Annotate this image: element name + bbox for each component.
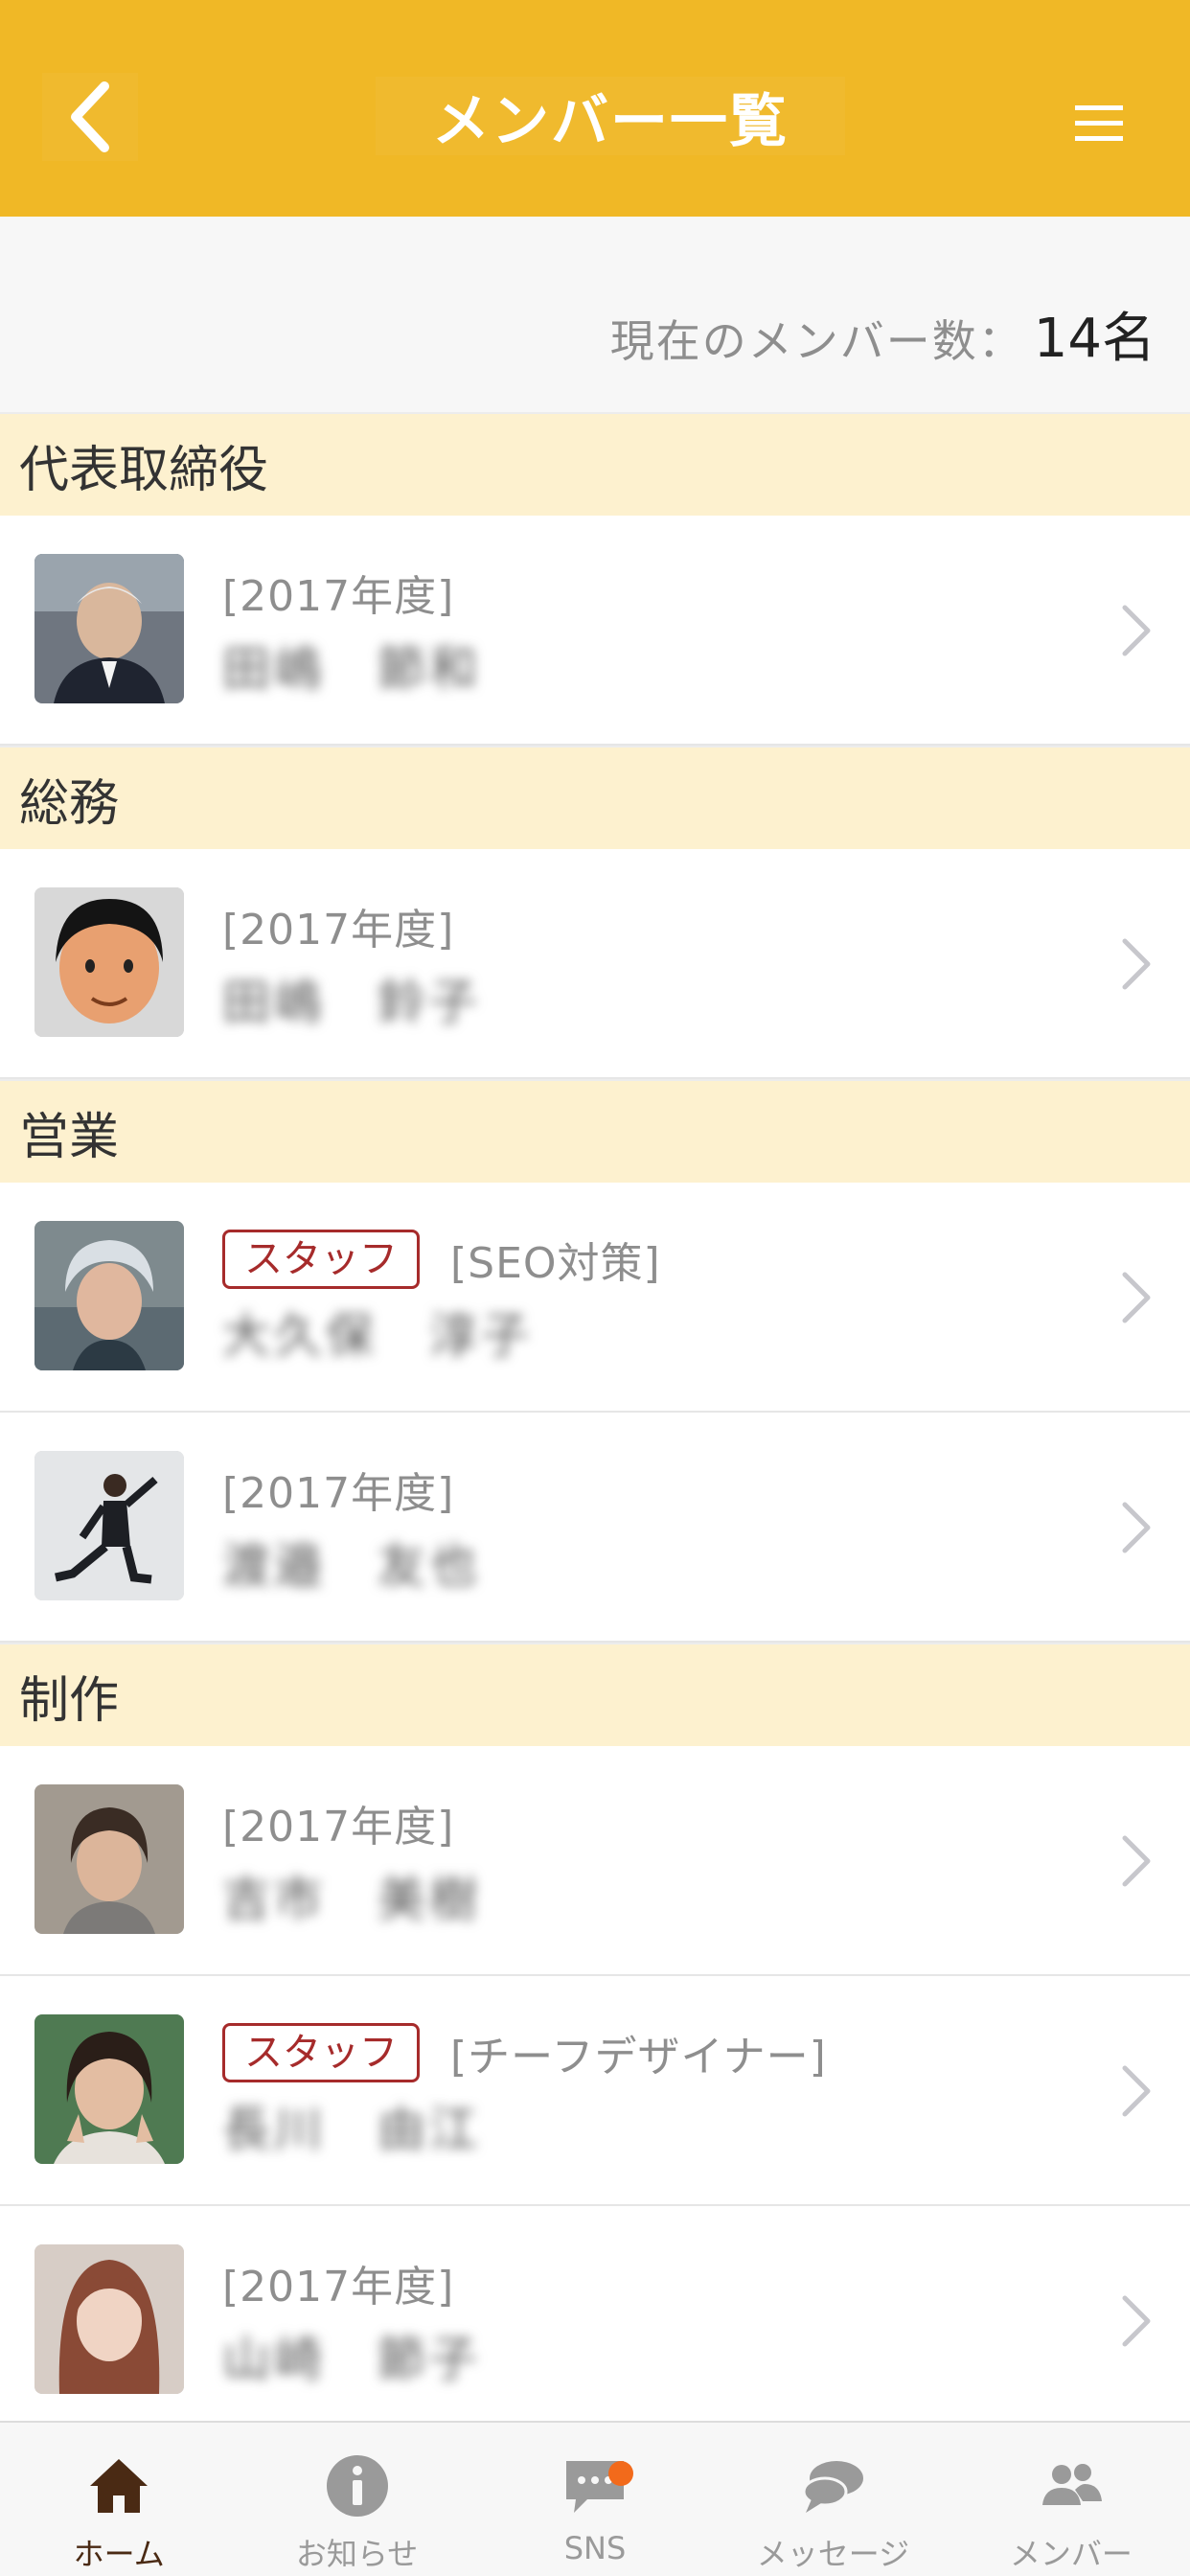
avatar-illustration bbox=[34, 887, 184, 1037]
member-list: 代表取締役 [2017年度] 田嶋 節和 総務 [2017年度] 田嶋 鈴子 営… bbox=[0, 412, 1190, 2436]
speech-bubbles-icon bbox=[802, 2461, 864, 2513]
member-name: 長川 由江 bbox=[222, 2102, 481, 2157]
tab-label: メンバー bbox=[1009, 2536, 1133, 2572]
menu-button[interactable] bbox=[1062, 94, 1136, 151]
chevron-right-icon bbox=[1117, 1499, 1156, 1556]
member-row[interactable]: [2017年度] 吉市 美樹 bbox=[0, 1746, 1190, 1976]
avatar bbox=[34, 887, 184, 1037]
member-meta-line: [2017年度] bbox=[222, 895, 1056, 956]
member-name-line: 渡邉 友也 bbox=[222, 1531, 1056, 1594]
chevron-left-icon bbox=[71, 81, 109, 152]
member-info: [2017年度] 山崎 節子 bbox=[222, 2252, 1056, 2387]
member-name-line: 山崎 節子 bbox=[222, 2325, 1056, 2387]
member-name-line: 田嶋 節和 bbox=[222, 634, 1056, 697]
member-name-line: 大久保 淳子 bbox=[222, 1301, 1056, 1364]
chevron-right-icon bbox=[1117, 1269, 1156, 1326]
tab-message[interactable]: メッセージ bbox=[714, 2423, 951, 2576]
section-header: 制作 bbox=[0, 1643, 1190, 1746]
member-meta: [2017年度] bbox=[222, 572, 455, 621]
avatar bbox=[34, 1784, 184, 1934]
member-meta: [SEO対策] bbox=[450, 1239, 661, 1288]
member-meta-line: [2017年度] bbox=[222, 562, 1056, 623]
avatar-photo bbox=[34, 2244, 184, 2394]
staff-badge: スタッフ bbox=[222, 1230, 420, 1289]
member-meta: [2017年度] bbox=[222, 906, 455, 954]
avatar bbox=[34, 1221, 184, 1370]
member-meta-line: [2017年度] bbox=[222, 1792, 1056, 1853]
tab-bar: ホーム お知らせ SNS メッセージ メンバー bbox=[0, 2421, 1190, 2576]
member-row[interactable]: スタッフ [SEO対策] 大久保 淳子 bbox=[0, 1183, 1190, 1413]
tab-members[interactable]: メンバー bbox=[952, 2423, 1190, 2576]
chevron-right-icon bbox=[1117, 602, 1156, 659]
section-header: 代表取締役 bbox=[0, 412, 1190, 516]
member-name: 渡邉 友也 bbox=[222, 1538, 481, 1594]
avatar bbox=[34, 2014, 184, 2164]
member-name: 田嶋 節和 bbox=[222, 641, 481, 697]
member-meta: [チーフデザイナー] bbox=[450, 2033, 827, 2082]
page-title: メンバー一覧 bbox=[432, 87, 789, 155]
tab-info[interactable]: お知らせ bbox=[238, 2423, 475, 2576]
chevron-right-icon bbox=[1117, 2062, 1156, 2120]
chevron-right-icon bbox=[1117, 2292, 1156, 2350]
member-meta: [2017年度] bbox=[222, 2263, 455, 2312]
avatar bbox=[34, 554, 184, 703]
tab-label: お知らせ bbox=[295, 2536, 419, 2572]
tab-home[interactable]: ホーム bbox=[0, 2423, 238, 2576]
member-info: スタッフ [SEO対策] 大久保 淳子 bbox=[222, 1229, 1056, 1364]
avatar-photo bbox=[34, 1221, 184, 1370]
member-meta-line: スタッフ [SEO対策] bbox=[222, 1229, 1056, 1290]
member-name: 田嶋 鈴子 bbox=[222, 975, 481, 1030]
member-meta: [2017年度] bbox=[222, 1803, 455, 1852]
member-name: 山崎 節子 bbox=[222, 2332, 481, 2387]
page-title-wrap: メンバー一覧 bbox=[376, 77, 845, 155]
avatar-photo bbox=[34, 1784, 184, 1934]
member-row[interactable]: [2017年度] 渡邉 友也 bbox=[0, 1413, 1190, 1643]
tab-label: メッセージ bbox=[756, 2536, 910, 2572]
app-header: メンバー一覧 bbox=[0, 0, 1190, 217]
tab-label: SNS bbox=[563, 2530, 627, 2566]
member-name-line: 長川 由江 bbox=[222, 2095, 1056, 2157]
back-button[interactable] bbox=[42, 73, 138, 161]
member-row[interactable]: [2017年度] 田嶋 鈴子 bbox=[0, 849, 1190, 1079]
chevron-right-icon bbox=[1117, 1832, 1156, 1890]
people-icon bbox=[1041, 2464, 1102, 2505]
member-name: 吉市 美樹 bbox=[222, 1872, 481, 1927]
member-meta-line: [2017年度] bbox=[222, 2252, 1056, 2313]
member-count-label: 現在のメンバー数： bbox=[609, 315, 1024, 367]
avatar-photo bbox=[34, 554, 184, 703]
member-info: スタッフ [チーフデザイナー] 長川 由江 bbox=[222, 2022, 1056, 2157]
home-icon bbox=[90, 2459, 149, 2513]
avatar bbox=[34, 1451, 184, 1600]
tab-sns[interactable]: SNS bbox=[476, 2423, 714, 2576]
avatar-photo bbox=[34, 2014, 184, 2164]
member-info: [2017年度] 渡邉 友也 bbox=[222, 1459, 1056, 1594]
member-meta-line: スタッフ [チーフデザイナー] bbox=[222, 2022, 1056, 2083]
section-header: 総務 bbox=[0, 746, 1190, 849]
info-icon bbox=[326, 2455, 388, 2517]
member-name: 大久保 淳子 bbox=[222, 1308, 533, 1364]
avatar-photo bbox=[34, 1451, 184, 1600]
member-name-line: 吉市 美樹 bbox=[222, 1865, 1056, 1927]
member-name-line: 田嶋 鈴子 bbox=[222, 968, 1056, 1030]
member-row[interactable]: [2017年度] 山崎 節子 bbox=[0, 2206, 1190, 2436]
member-count-value: 14名 bbox=[1033, 308, 1156, 370]
member-meta: [2017年度] bbox=[222, 1469, 455, 1518]
member-row[interactable]: スタッフ [チーフデザイナー] 長川 由江 bbox=[0, 1976, 1190, 2206]
avatar bbox=[34, 2244, 184, 2394]
notification-dot bbox=[607, 2461, 633, 2486]
member-info: [2017年度] 吉市 美樹 bbox=[222, 1792, 1056, 1927]
tab-label: ホーム bbox=[73, 2536, 165, 2572]
section-header: 営業 bbox=[0, 1079, 1190, 1183]
chevron-right-icon bbox=[1117, 935, 1156, 993]
member-row[interactable]: [2017年度] 田嶋 節和 bbox=[0, 516, 1190, 746]
member-count-area: 現在のメンバー数： 14名 bbox=[0, 217, 1190, 412]
member-info: [2017年度] 田嶋 節和 bbox=[222, 562, 1056, 697]
staff-badge: スタッフ bbox=[222, 2023, 420, 2082]
hamburger-menu-icon bbox=[1075, 105, 1123, 141]
member-meta-line: [2017年度] bbox=[222, 1459, 1056, 1520]
member-info: [2017年度] 田嶋 鈴子 bbox=[222, 895, 1056, 1030]
member-count: 現在のメンバー数： 14名 bbox=[610, 295, 1156, 373]
